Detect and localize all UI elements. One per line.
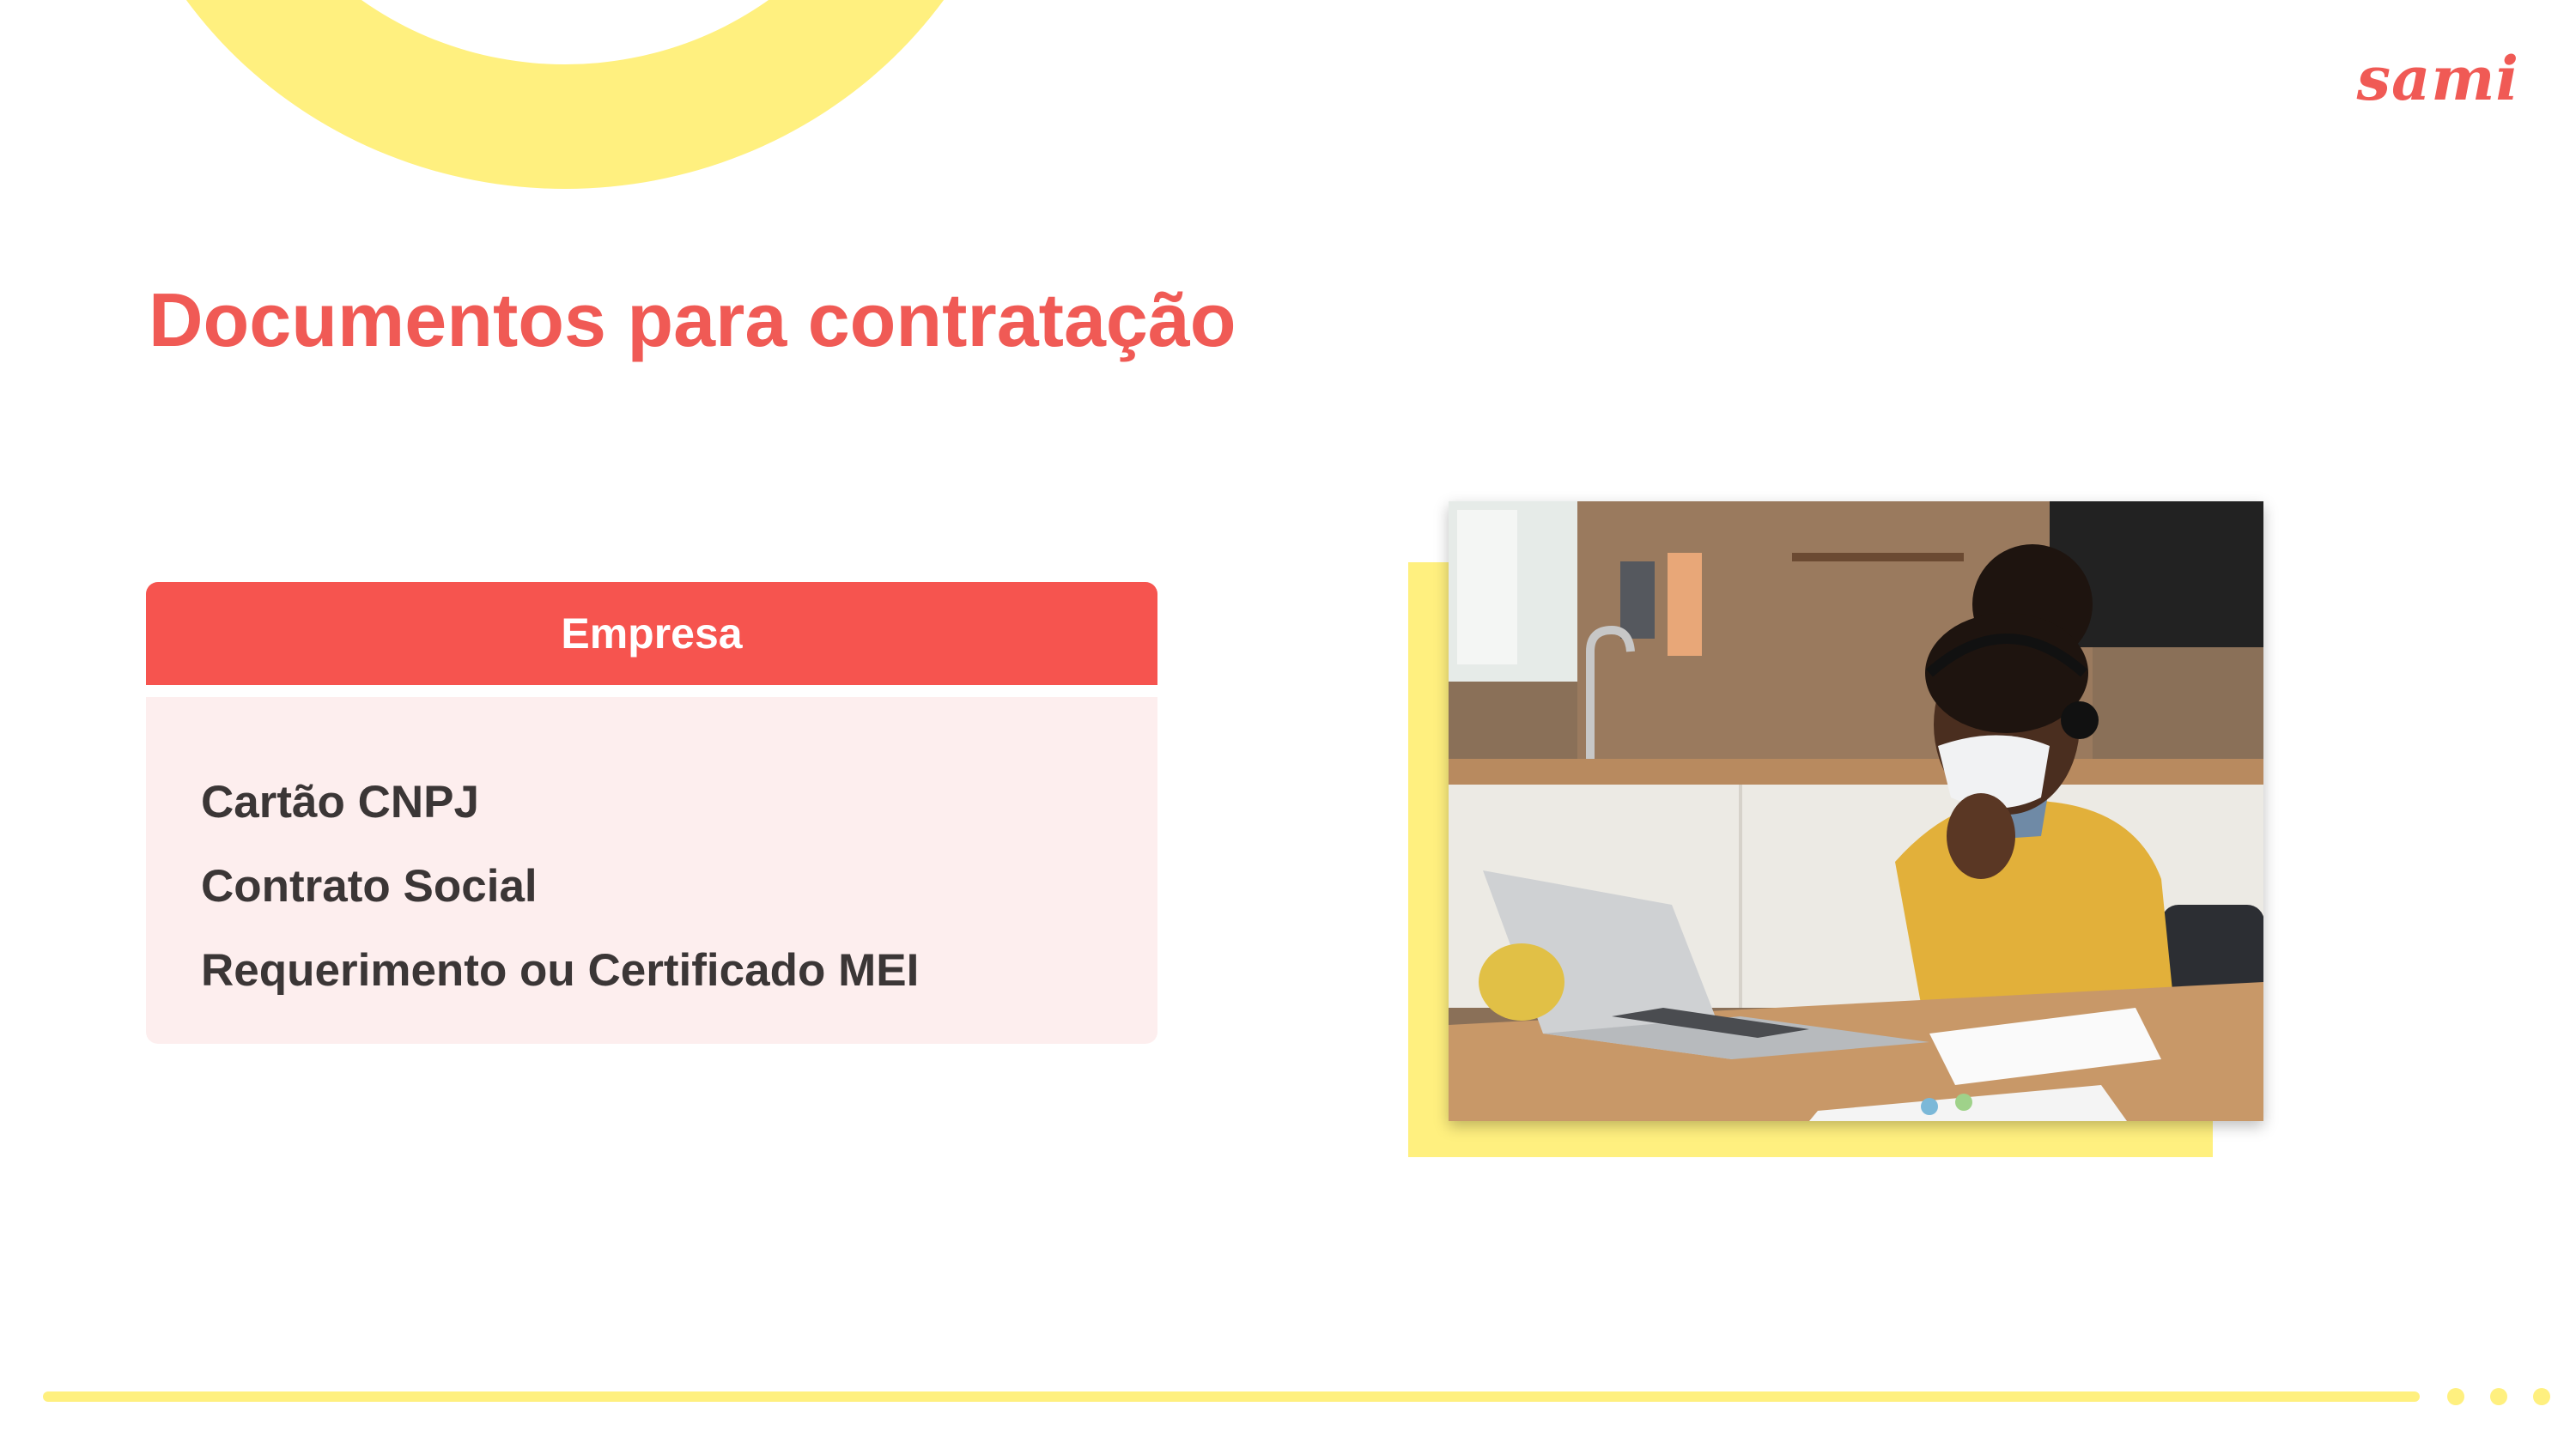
footer-dots — [2447, 1388, 2550, 1405]
card-header-label: Empresa — [561, 609, 743, 658]
footer-dot — [2533, 1388, 2550, 1405]
footer-dot — [2490, 1388, 2507, 1405]
list-item: Requerimento ou Certificado MEI — [201, 945, 920, 996]
document-list: Cartão CNPJ Contrato Social Requerimento… — [146, 697, 1157, 1013]
page-title: Documentos para contratação — [149, 277, 1236, 362]
photo-woman-working-laptop — [1449, 501, 2263, 1121]
list-item: Cartão CNPJ — [201, 777, 479, 828]
footer-line — [43, 1391, 2420, 1402]
footer-dot — [2447, 1388, 2464, 1405]
decorative-yellow-arc — [101, 0, 1029, 189]
card-header: Empresa — [146, 582, 1157, 697]
list-item: Contrato Social — [201, 861, 538, 912]
documents-card: Empresa Cartão CNPJ Contrato Social Requ… — [146, 582, 1157, 1044]
sami-logo: sami — [2356, 43, 2519, 114]
